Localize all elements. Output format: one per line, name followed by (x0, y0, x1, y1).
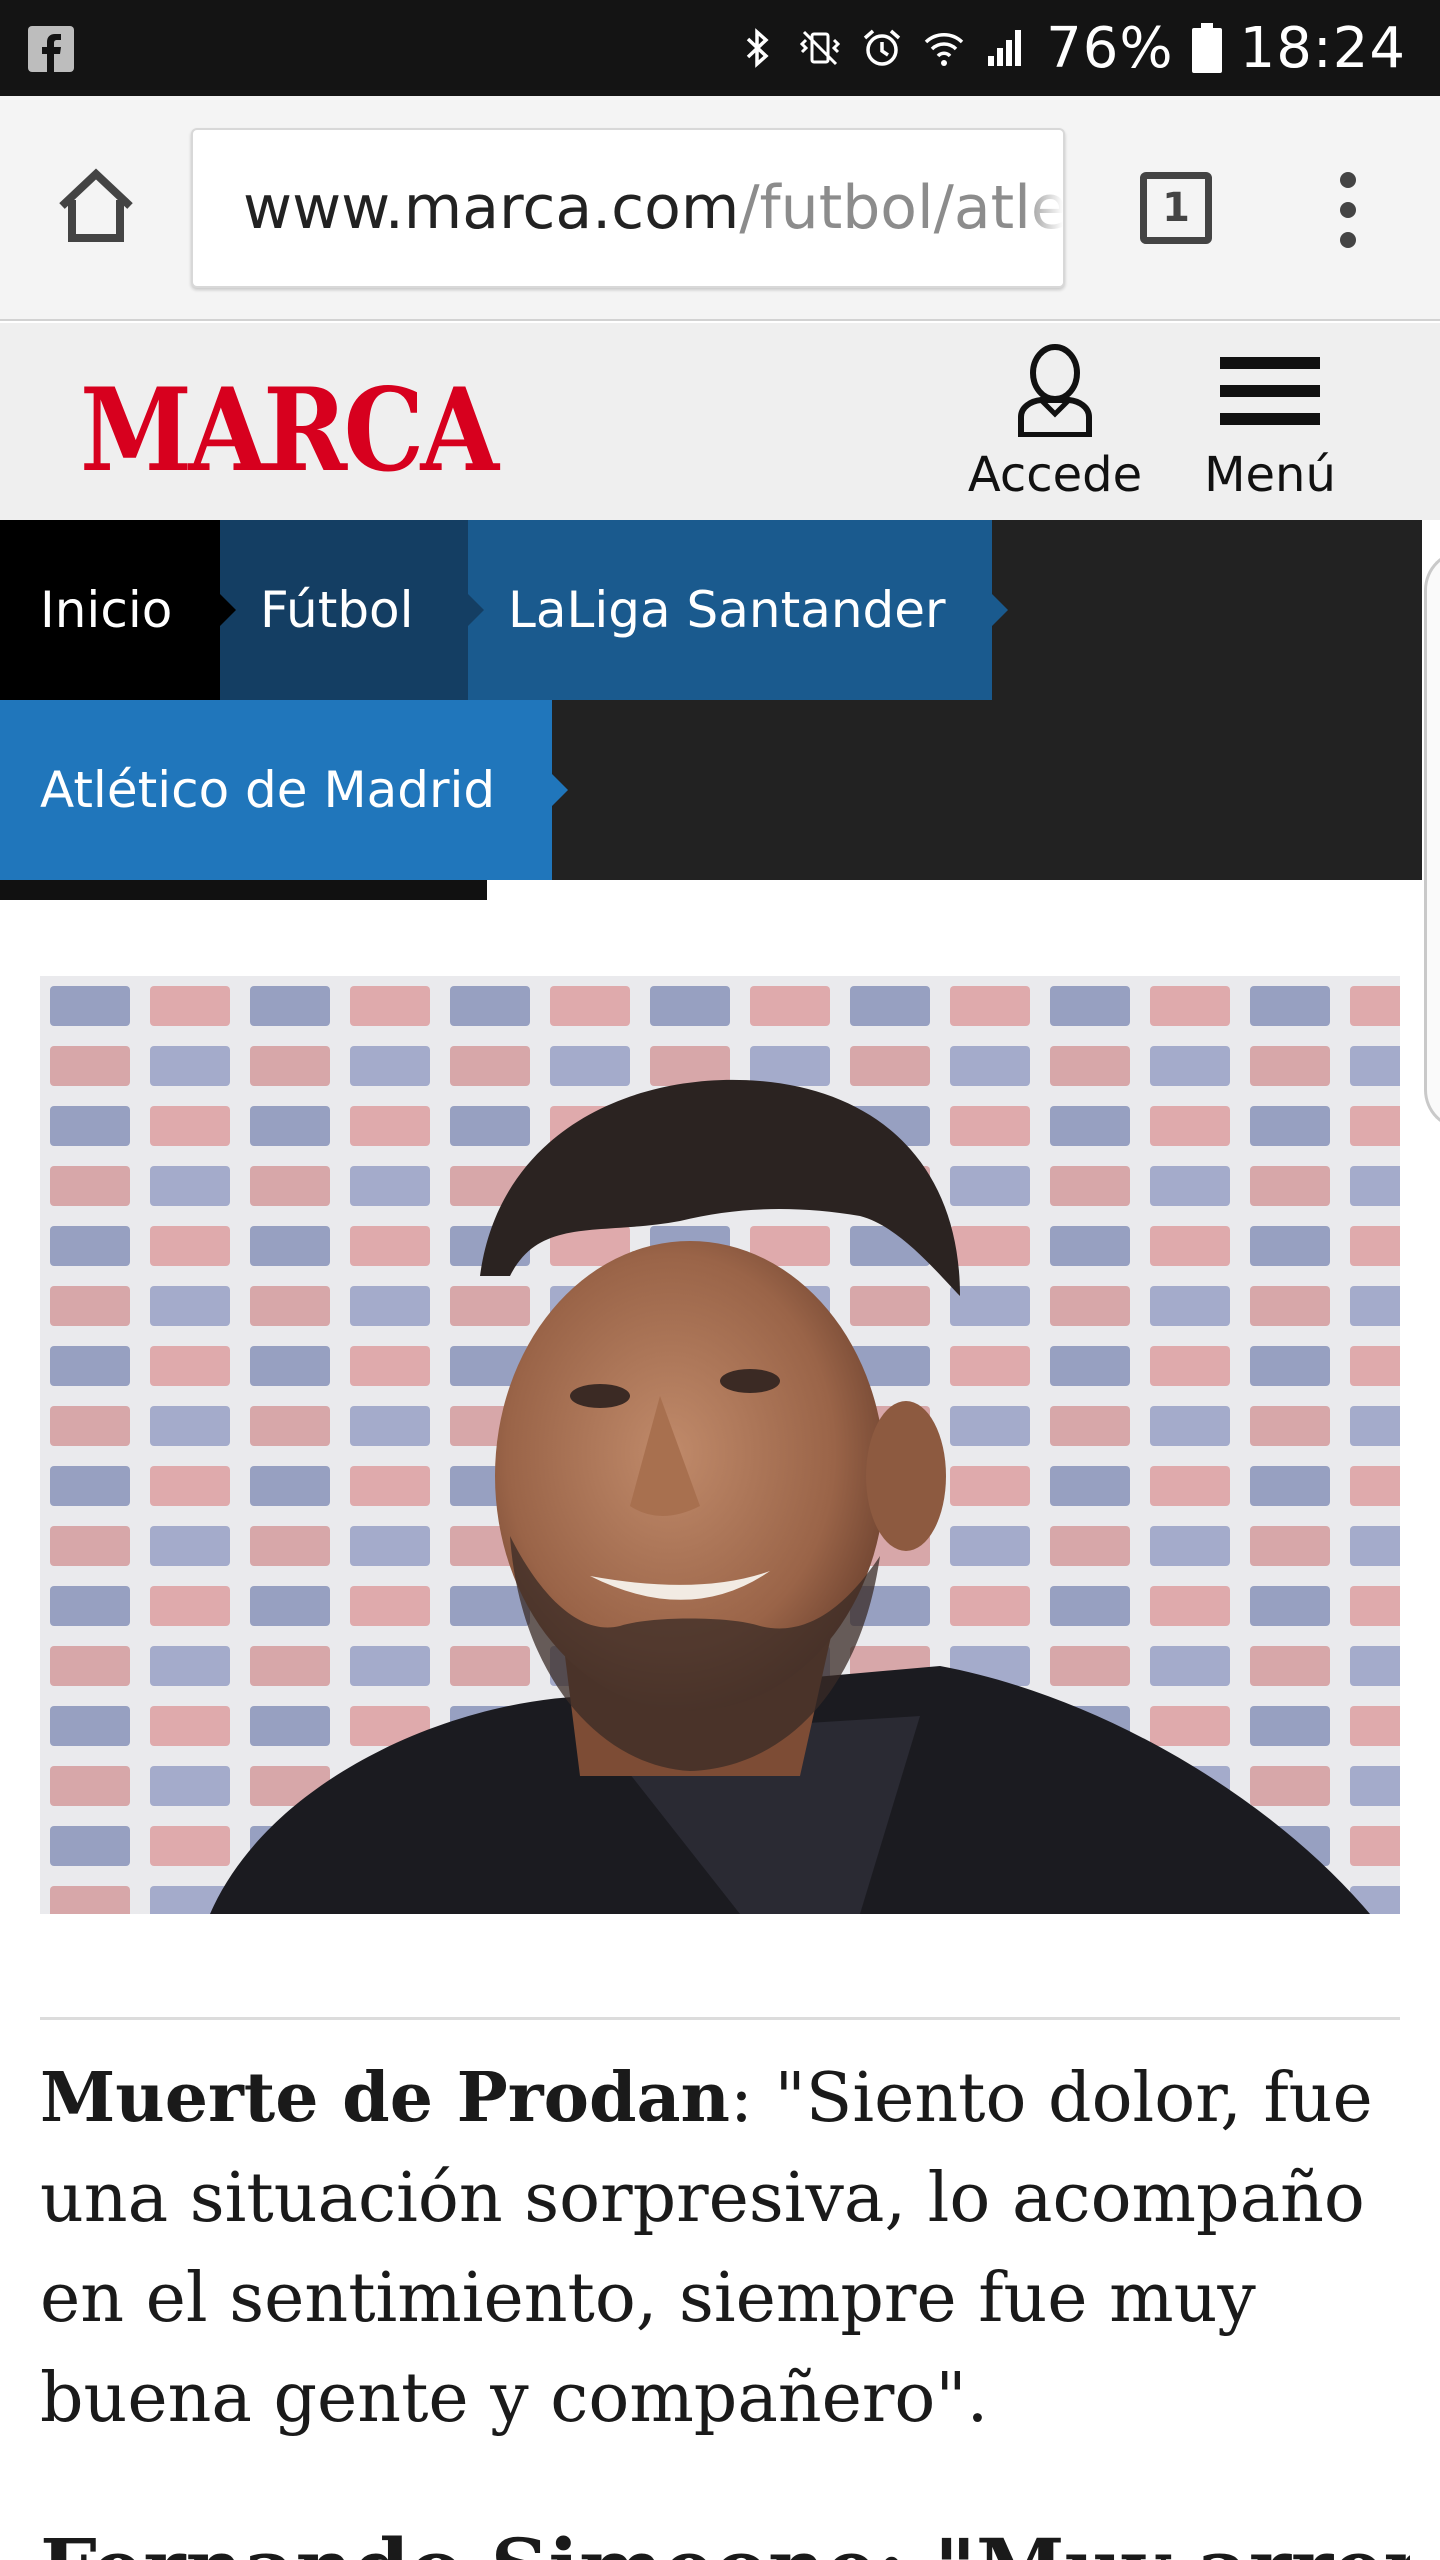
article-photo[interactable] (40, 976, 1400, 1914)
vibrate-icon (800, 30, 841, 66)
menu-button[interactable]: Menú (1190, 343, 1350, 513)
breadcrumb-underline (0, 880, 487, 900)
address-bar[interactable]: www.marca.com/futbol/atle (191, 128, 1065, 288)
login-label: Accede (967, 447, 1143, 503)
hamburger-icon (1220, 357, 1320, 425)
edge-panel-handle[interactable] (1424, 550, 1440, 1130)
home-icon[interactable] (52, 162, 140, 250)
url-path: /futbol/atle (739, 173, 1065, 243)
tab-switcher-button[interactable]: 1 (1140, 172, 1212, 244)
bluetooth-icon (746, 28, 769, 68)
breadcrumb-laliga-santander[interactable]: LaLiga Santander (468, 520, 1008, 700)
clock: 18:24 (1239, 15, 1406, 81)
signal-icon (988, 30, 1022, 66)
battery-percent: 76% (1046, 15, 1174, 81)
url-domain: www.marca.com (243, 173, 740, 243)
marca-logo[interactable]: MARCA (80, 363, 499, 497)
url-fade (1023, 130, 1063, 286)
breadcrumb-inicio[interactable]: Inicio (0, 520, 236, 700)
article-divider (40, 2017, 1400, 2020)
site-header: MARCA Accede Menú (0, 323, 1440, 520)
wifi-icon (924, 33, 964, 66)
alarm-icon (863, 29, 901, 66)
facebook-icon (28, 26, 74, 72)
next-article-headline[interactable]: Fernando Simeone: "Muy arrepentido (40, 2518, 1410, 2560)
lead-headline: Muerte de Prodan (40, 2058, 730, 2138)
menu-label: Menú (1204, 447, 1336, 503)
more-options-icon[interactable] (1320, 162, 1376, 258)
press-conference-photo (40, 976, 1400, 1914)
browser-toolbar: www.marca.com/futbol/atle 1 (0, 96, 1440, 321)
breadcrumb-futbol[interactable]: Fútbol (220, 520, 484, 700)
breadcrumb: Inicio Fútbol LaLiga Santander Atlético … (0, 520, 1422, 880)
battery-icon (1191, 23, 1222, 73)
login-button[interactable]: Accede (955, 343, 1155, 513)
article-lead[interactable]: Muerte de Prodan: "Siento dolor, fue una… (40, 2048, 1410, 2449)
breadcrumb-atletico-de-madrid[interactable]: Atlético de Madrid (0, 700, 568, 880)
user-icon (1018, 344, 1092, 437)
status-bar: 76% 18:24 (0, 0, 1440, 96)
